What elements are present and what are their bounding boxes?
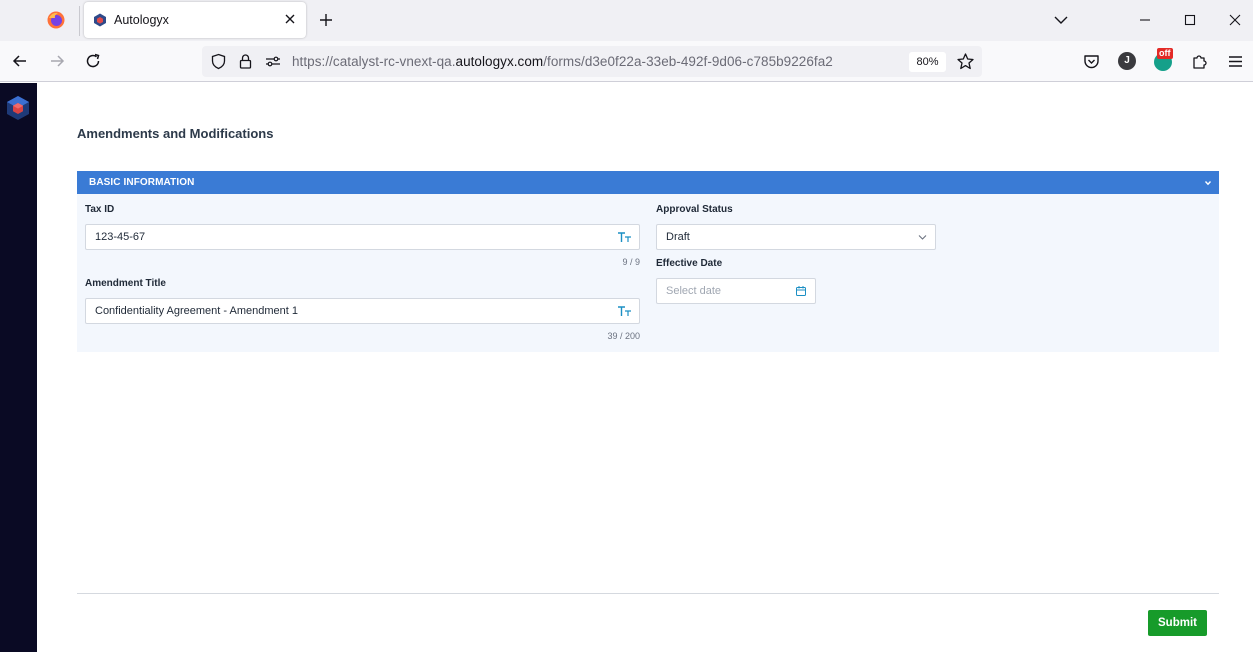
effective-date-picker[interactable]: Select date (656, 278, 816, 304)
bookmark-star-icon[interactable] (956, 52, 975, 71)
forward-arrow-icon[interactable] (48, 52, 66, 70)
section-header[interactable]: BASIC INFORMATION (77, 171, 1219, 194)
page-title: Amendments and Modifications (77, 126, 274, 141)
tab-separator (79, 6, 80, 36)
amendment-title-label: Amendment Title (85, 278, 166, 289)
basic-information-section: BASIC INFORMATION Tax ID 123-45-67 9 / 9… (77, 171, 1219, 352)
chevron-down-icon (918, 235, 927, 240)
extension-off-badge: off (1157, 48, 1173, 59)
footer-divider (77, 593, 1219, 594)
chevron-down-icon[interactable] (1203, 178, 1213, 188)
browser-navigation-bar: https://catalyst-rc-vnext-qa.autologyx.c… (0, 41, 1253, 82)
text-format-icon (618, 306, 631, 316)
tax-id-value: 123-45-67 (95, 231, 146, 243)
approval-status-value: Draft (666, 231, 690, 243)
approval-status-select[interactable]: Draft (656, 224, 936, 250)
new-tab-icon[interactable] (316, 10, 336, 30)
approval-status-label: Approval Status (656, 204, 733, 215)
app-sidebar (0, 83, 37, 652)
amendment-title-character-counter: 39 / 200 (607, 331, 640, 341)
browser-tab-autologyx[interactable]: Autologyx (84, 2, 306, 38)
amendment-title-value: Confidentiality Agreement - Amendment 1 (95, 305, 299, 317)
url-prefix: https://catalyst-rc-vnext-qa. (292, 54, 456, 69)
minimize-icon[interactable] (1136, 11, 1154, 29)
tracking-protection-shield-icon[interactable] (210, 53, 227, 70)
effective-date-placeholder: Select date (666, 285, 722, 297)
back-arrow-icon[interactable] (11, 52, 29, 70)
close-window-icon[interactable] (1226, 11, 1244, 29)
account-avatar[interactable]: J (1118, 52, 1136, 70)
effective-date-label: Effective Date (656, 258, 723, 269)
address-bar[interactable]: https://catalyst-rc-vnext-qa.autologyx.c… (202, 46, 982, 77)
tax-id-label: Tax ID (85, 204, 115, 215)
lock-icon[interactable] (237, 53, 254, 70)
extensions-puzzle-icon[interactable] (1190, 52, 1209, 71)
pocket-icon[interactable] (1082, 52, 1101, 71)
url-path: /forms/d3e0f22a-33eb-492f-9d06-c785b9226… (543, 54, 833, 69)
site-permissions-icon[interactable] (264, 53, 282, 70)
url-domain: autologyx.com (455, 54, 544, 69)
autologyx-logo-icon[interactable] (5, 95, 31, 121)
list-all-tabs-icon[interactable] (1052, 11, 1070, 29)
firefox-icon[interactable] (46, 10, 66, 30)
browser-tab-strip: Autologyx (0, 0, 1253, 41)
text-format-icon (618, 232, 631, 242)
section-title: BASIC INFORMATION (89, 177, 195, 188)
calendar-icon[interactable] (795, 285, 807, 297)
tax-id-input[interactable]: 123-45-67 (85, 224, 640, 250)
reload-icon[interactable] (84, 52, 102, 70)
submit-button[interactable]: Submit (1148, 610, 1207, 636)
close-tab-icon[interactable] (281, 10, 299, 28)
tax-id-character-counter: 9 / 9 (622, 257, 640, 267)
hamburger-menu-icon[interactable] (1226, 52, 1245, 71)
zoom-level-button[interactable]: 80% (909, 52, 946, 72)
maximize-icon[interactable] (1181, 11, 1199, 29)
tab-title: Autologyx (114, 13, 169, 27)
url-text[interactable]: https://catalyst-rc-vnext-qa.autologyx.c… (292, 54, 833, 69)
autologyx-favicon-icon (94, 13, 106, 27)
amendment-title-input[interactable]: Confidentiality Agreement - Amendment 1 (85, 298, 640, 324)
